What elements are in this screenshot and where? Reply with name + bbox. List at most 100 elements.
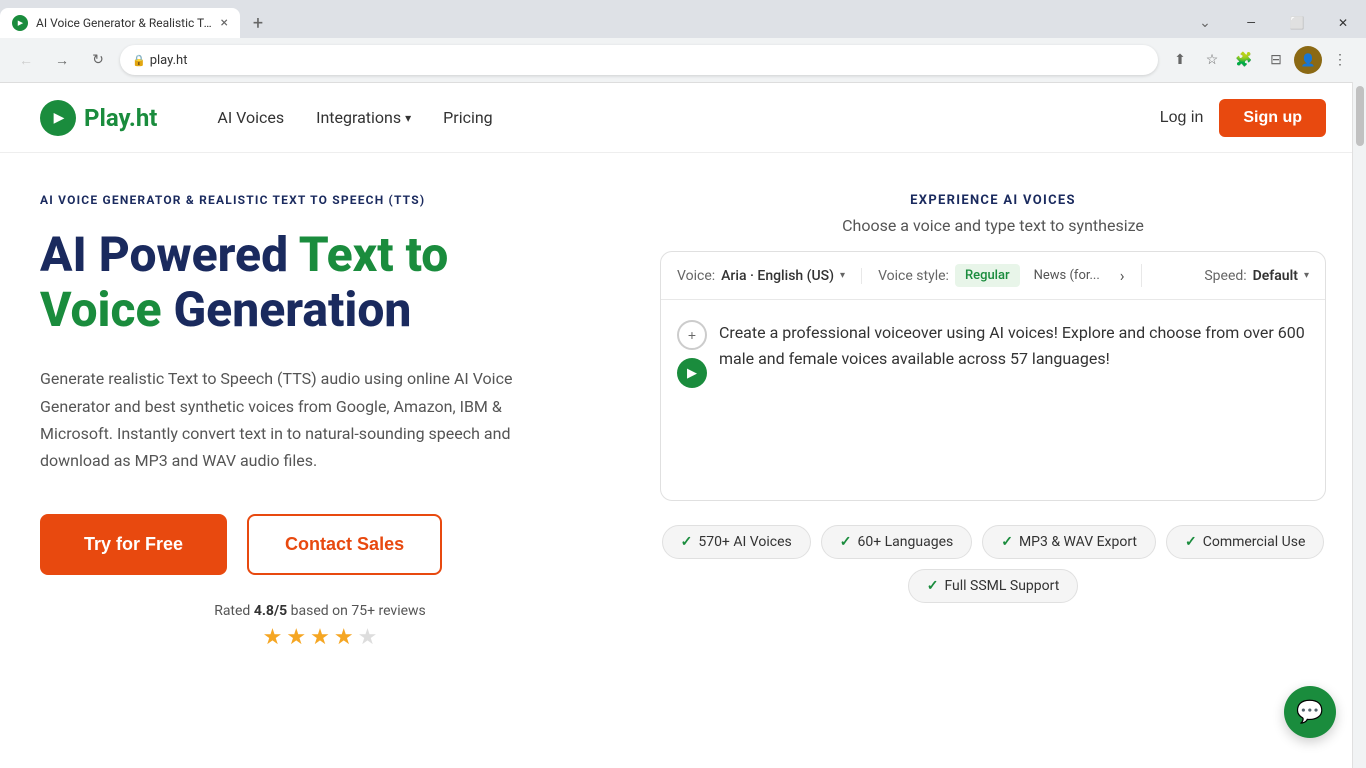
hero-eyebrow: AI Voice Generator & Realistic Text to S…	[40, 193, 600, 207]
check-icon: ✓	[1001, 534, 1013, 550]
rating-prefix: Rated	[214, 603, 254, 619]
window-controls: ⌄ — ⬜ ✕	[1182, 8, 1366, 38]
scrollbar[interactable]	[1352, 82, 1366, 768]
demo-controls: + ▶	[677, 320, 707, 388]
new-tab-button[interactable]: +	[244, 9, 272, 37]
voice-label: Voice:	[677, 268, 715, 284]
profile-avatar[interactable]: 👤	[1294, 46, 1322, 74]
lock-icon: 🔒	[132, 54, 146, 67]
tab-title: AI Voice Generator & Realistic Te...	[36, 16, 213, 30]
speed-label: Speed:	[1204, 268, 1246, 284]
check-icon: ✓	[681, 534, 693, 550]
star-2: ★	[286, 625, 306, 650]
style-tab-regular[interactable]: Regular	[955, 264, 1020, 287]
speed-selector[interactable]: Speed: Default ▾	[1188, 268, 1309, 284]
address-bar: ← → ↻ 🔒 play.ht ⬆ ☆ 🧩 ⊟ 👤 ⋮	[0, 38, 1366, 82]
chat-icon: 💬	[1296, 700, 1323, 725]
star-3: ★	[310, 625, 330, 650]
rating-text: Rated 4.8/5 based on 75+ reviews	[40, 603, 600, 619]
logo-text: Play.ht	[84, 104, 157, 132]
star-5: ★	[358, 625, 378, 650]
add-text-button[interactable]: +	[677, 320, 707, 350]
hero-section: AI Voice Generator & Realistic Text to S…	[0, 153, 1366, 650]
badge-export: ✓ MP3 & WAV Export	[982, 525, 1156, 559]
login-button[interactable]: Log in	[1160, 109, 1204, 127]
hero-left: AI Voice Generator & Realistic Text to S…	[40, 193, 600, 650]
share-icon[interactable]: ⬆	[1166, 46, 1194, 74]
style-more-button[interactable]	[1116, 266, 1125, 285]
feature-badges: ✓ 570+ AI Voices ✓ 60+ Languages ✓ MP3 &…	[660, 525, 1326, 603]
style-tabs: Regular News (for...	[955, 264, 1110, 287]
check-icon: ✓	[927, 578, 939, 594]
chevron-down-icon: ▾	[1304, 270, 1309, 281]
rating-stars: ★ ★ ★ ★ ★	[40, 625, 600, 650]
logo-icon	[40, 100, 76, 136]
star-1: ★	[263, 625, 283, 650]
signup-button[interactable]: Sign up	[1219, 99, 1326, 137]
try-free-button[interactable]: Try for Free	[40, 514, 227, 575]
style-selector: Voice style: Regular News (for...	[862, 264, 1142, 287]
extensions-icon[interactable]: 🧩	[1230, 46, 1258, 74]
back-button[interactable]: ←	[12, 46, 40, 74]
maximize-button[interactable]: ⬜	[1274, 8, 1320, 38]
style-label: Voice style:	[878, 268, 949, 284]
check-icon: ✓	[840, 534, 852, 550]
rating-value: 4.8/5	[254, 603, 287, 619]
hero-title-green1: Text to	[299, 226, 449, 283]
split-view-icon[interactable]: ⊟	[1262, 46, 1290, 74]
chat-button[interactable]: 💬	[1284, 686, 1336, 738]
hero-title-dark1: AI Powered	[40, 226, 299, 283]
hero-title: AI Powered Text to Voice Generation	[40, 227, 600, 337]
voice-selector[interactable]: Voice: Aria · English (US) ▾	[677, 268, 862, 284]
rating-suffix: based on 75+ reviews	[287, 603, 426, 619]
close-window-button[interactable]: ✕	[1320, 8, 1366, 38]
logo-dark: Play	[84, 104, 129, 132]
hero-description: Generate realistic Text to Speech (TTS) …	[40, 365, 520, 474]
refresh-button[interactable]: ↻	[84, 46, 112, 74]
nav-actions: Log in Sign up	[1160, 99, 1326, 137]
chevron-down-icon: ⌄	[1182, 8, 1228, 38]
logo-dot: .	[129, 104, 136, 132]
website: Play.ht AI Voices Integrations Pricing L…	[0, 83, 1366, 650]
badge-ai-voices: ✓ 570+ AI Voices	[662, 525, 811, 559]
forward-button[interactable]: →	[48, 46, 76, 74]
badge-label: 570+ AI Voices	[698, 534, 791, 550]
hero-right: Experience AI Voices Choose a voice and …	[660, 193, 1326, 650]
badge-commercial: ✓ Commercial Use	[1166, 525, 1324, 559]
badge-ssml: ✓ Full SSML Support	[908, 569, 1079, 603]
nav-integrations[interactable]: Integrations	[316, 108, 411, 127]
demo-panel: Voice: Aria · English (US) ▾ Voice style…	[660, 251, 1326, 501]
contact-sales-button[interactable]: Contact Sales	[247, 514, 442, 575]
hero-title-dark2: Generation	[162, 281, 412, 338]
hero-title-green2: Voice	[40, 281, 162, 338]
minimize-button[interactable]: —	[1228, 8, 1274, 38]
demo-text-content[interactable]: Create a professional voiceover using AI…	[719, 320, 1309, 371]
tab-favicon	[12, 15, 28, 31]
toolbar-actions: ⬆ ☆ 🧩 ⊟ 👤 ⋮	[1166, 46, 1354, 74]
browser-chrome: AI Voice Generator & Realistic Te... × +…	[0, 0, 1366, 83]
browser-menu-button[interactable]: ⋮	[1326, 46, 1354, 74]
logo-light: ht	[136, 104, 158, 132]
speed-value: Default	[1253, 268, 1298, 284]
star-4: ★	[334, 625, 354, 650]
play-button[interactable]: ▶	[677, 358, 707, 388]
style-tab-news[interactable]: News (for...	[1024, 264, 1110, 287]
demo-content: + ▶ Create a professional voiceover usin…	[661, 300, 1325, 500]
badge-languages: ✓ 60+ Languages	[821, 525, 972, 559]
scrollbar-thumb[interactable]	[1356, 86, 1364, 146]
nav-ai-voices[interactable]: AI Voices	[217, 108, 284, 127]
tab-close-button[interactable]: ×	[221, 15, 228, 31]
badge-label: Full SSML Support	[944, 578, 1059, 594]
voice-name: Aria · English (US)	[721, 268, 834, 284]
nav-pricing[interactable]: Pricing	[443, 108, 493, 127]
logo-link[interactable]: Play.ht	[40, 100, 157, 136]
badge-label: Commercial Use	[1203, 534, 1306, 550]
badge-label: MP3 & WAV Export	[1019, 534, 1137, 550]
url-text: play.ht	[150, 53, 188, 68]
chevron-down-icon: ▾	[840, 270, 845, 281]
bookmark-icon[interactable]: ☆	[1198, 46, 1226, 74]
url-bar[interactable]: 🔒 play.ht	[120, 45, 1158, 75]
active-tab[interactable]: AI Voice Generator & Realistic Te... ×	[0, 8, 240, 38]
demo-section-title: Experience AI Voices	[660, 193, 1326, 208]
hero-rating: Rated 4.8/5 based on 75+ reviews ★ ★ ★ ★…	[40, 603, 600, 650]
